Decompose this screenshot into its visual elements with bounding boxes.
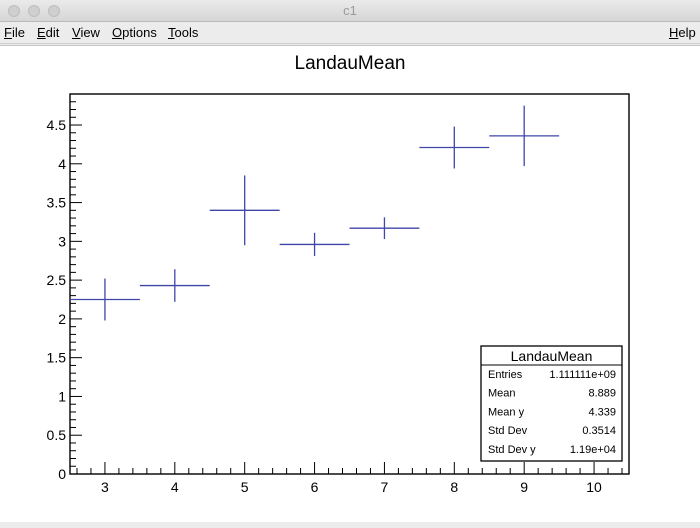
stats-value: 1.19e+04 [570, 444, 616, 456]
plot-canvas[interactable]: LandauMean 0 0.5 1 1.5 2 2.5 3 3.5 4 4.5 3 4 5 6 7 8 9 1… [0, 45, 700, 522]
stats-title: LandauMean [511, 348, 593, 364]
data-markers [70, 105, 560, 321]
y-tick-label: 0.5 [47, 427, 67, 443]
y-tick-label: 0 [58, 466, 66, 482]
stats-value: 0.3514 [582, 425, 616, 437]
stats-value: 4.339 [588, 406, 616, 418]
menu-options-mnemonic: O [112, 25, 123, 40]
window-titlebar: c1 [0, 0, 700, 22]
stats-label: Std Dev [488, 425, 528, 437]
stats-box[interactable]: LandauMean Entries 1.111111e+09 Mean 8.889 M… [480, 345, 623, 462]
menu-options[interactable]: Options [112, 25, 157, 40]
y-tick-label: 3 [58, 233, 66, 249]
menu-view-label: iew [80, 25, 100, 40]
x-tick-label: 3 [101, 479, 109, 495]
y-tick-label: 2.5 [47, 272, 67, 288]
menu-help[interactable]: Help [669, 25, 696, 40]
stats-label: Mean y [488, 406, 525, 418]
stats-value: 8.889 [588, 388, 616, 400]
menu-edit-label: dit [45, 25, 60, 40]
landau-mean-plot[interactable]: LandauMean 0 0.5 1 1.5 2 2.5 3 3.5 4 4.5 3 4 5 6 7 8 9 1… [0, 46, 700, 523]
menu-file-label: ile [11, 25, 25, 40]
y-tick-label: 1 [58, 388, 66, 404]
x-axis-labels: 3 4 5 6 7 8 9 10 [101, 479, 602, 495]
stats-label: Std Dev y [488, 444, 536, 456]
x-tick-label: 10 [586, 479, 602, 495]
x-tick-label: 7 [381, 479, 389, 495]
y-tick-label: 1.5 [47, 350, 67, 366]
menu-tools[interactable]: Tools [168, 25, 198, 40]
y-tick-label: 2 [58, 311, 66, 327]
stats-label: Entries [488, 369, 523, 381]
menu-help-label: elp [678, 25, 696, 40]
y-tick-label: 4 [58, 156, 66, 172]
y-tick-label: 4.5 [47, 117, 67, 133]
menu-edit-mnemonic: E [37, 25, 46, 40]
menu-help-mnemonic: H [669, 25, 679, 40]
y-tick-label: 3.5 [47, 195, 67, 211]
menu-tools-label: ools [174, 25, 199, 40]
x-tick-label: 8 [450, 479, 458, 495]
stats-value: 1.111111e+09 [549, 369, 616, 381]
x-tick-label: 9 [520, 479, 528, 495]
y-axis-labels: 0 0.5 1 1.5 2 2.5 3 3.5 4 4.5 [47, 117, 67, 482]
menu-view[interactable]: View [72, 25, 100, 40]
chart-title: LandauMean [295, 53, 406, 74]
menu-bar: File Edit View Options Tools Help [0, 22, 700, 44]
menu-options-label: ptions [122, 25, 157, 40]
menu-edit[interactable]: Edit [37, 25, 59, 40]
menu-file[interactable]: File [4, 25, 25, 40]
x-tick-label: 4 [171, 479, 179, 495]
menu-file-mnemonic: F [4, 25, 12, 40]
window-title: c1 [343, 3, 357, 18]
x-tick-label: 5 [241, 479, 249, 495]
stats-label: Mean [488, 388, 516, 400]
x-tick-label: 6 [311, 479, 319, 495]
